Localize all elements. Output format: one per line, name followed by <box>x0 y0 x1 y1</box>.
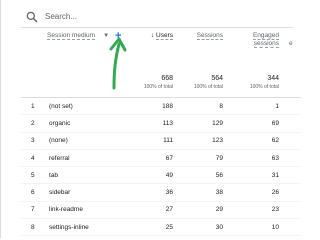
row-engaged-sessions: 63 <box>271 154 279 162</box>
table-row[interactable]: 6 sidebar 36 38 26 <box>21 184 301 202</box>
metric-header-engaged-sessions[interactable]: Engaged sessions <box>231 32 279 48</box>
row-engaged-sessions: 26 <box>271 189 279 197</box>
row-users: 25 <box>165 223 173 231</box>
table-row[interactable]: 3 (none) 111 123 62 <box>21 133 301 150</box>
row-users: 188 <box>162 102 173 110</box>
row-users: 111 <box>163 137 173 145</box>
row-dimension: (none) <box>49 137 68 145</box>
row-sessions: 123 <box>212 137 223 145</box>
row-dimension: sidebar <box>49 189 71 197</box>
metric-header-sessions[interactable]: Sessions <box>181 32 223 40</box>
row-sessions: 56 <box>215 171 223 179</box>
row-dimension: (not set) <box>49 102 73 110</box>
row-sessions: 29 <box>215 206 223 214</box>
row-sessions: 30 <box>215 223 223 231</box>
row-sessions: 38 <box>215 189 223 197</box>
table-header: Session medium ▼ + ↓ Users Sessions Engag… <box>21 28 301 98</box>
row-engaged-sessions: 23 <box>271 206 279 214</box>
report-table-card: Session medium ▼ + ↓Users Sessions Engag… <box>0 0 301 238</box>
total-users-value: 668 <box>161 75 173 82</box>
total-engaged-value: 344 <box>267 75 279 82</box>
row-dimension: referral <box>49 154 70 162</box>
total-users-sub: 100% of total <box>143 84 173 90</box>
total-sessions-value: 564 <box>211 75 223 82</box>
row-users: 27 <box>165 206 173 214</box>
search-input[interactable] <box>45 12 275 21</box>
row-engaged-sessions: 1 <box>275 102 279 110</box>
search-icon <box>26 11 38 22</box>
row-sessions: 79 <box>215 154 223 162</box>
row-sessions: 8 <box>219 102 223 110</box>
row-index: 5 <box>31 171 35 179</box>
metric-header-engaged-line1: Engaged <box>252 32 279 40</box>
row-index: 4 <box>31 154 35 162</box>
row-engaged-sessions: 62 <box>271 137 279 145</box>
sort-descending-arrow-icon: ↓ <box>150 32 155 39</box>
row-index: 7 <box>31 206 35 214</box>
row-sessions: 129 <box>212 119 223 127</box>
metric-header-sessions-label: Sessions <box>196 32 223 40</box>
total-engaged-sub: 100% of total <box>249 84 279 90</box>
metric-header-engaged-line2: sessions <box>253 40 279 48</box>
table-row[interactable]: 7 link-readme 27 29 23 <box>21 202 301 220</box>
table-row[interactable]: 5 tab 49 56 31 <box>21 167 301 185</box>
table-body: 1 (not set) 188 8 1 2 organic 113 129 69… <box>21 98 301 237</box>
total-sessions-sub: 100% of total <box>193 84 223 90</box>
search-bar[interactable] <box>21 6 293 28</box>
row-index: 6 <box>31 189 35 197</box>
dimension-header-label: Session medium <box>47 32 96 40</box>
table-row[interactable]: 4 referral 67 79 63 <box>21 150 301 168</box>
row-users: 67 <box>165 154 173 162</box>
metric-header-truncated[interactable]: e <box>289 40 309 47</box>
row-index: 8 <box>31 223 35 231</box>
table-row[interactable]: 2 organic 113 129 69 <box>21 115 301 133</box>
total-users: 668 100% of total <box>131 75 173 90</box>
row-engaged-sessions: 69 <box>271 119 279 127</box>
row-index: 3 <box>31 137 35 145</box>
row-dimension: settings-inline <box>49 223 89 231</box>
row-index: 2 <box>31 119 35 127</box>
row-engaged-sessions: 31 <box>271 171 279 179</box>
row-users: 49 <box>165 171 173 179</box>
metric-header-users[interactable]: ↓ Users <box>133 32 173 40</box>
row-dimension: organic <box>49 119 71 127</box>
metric-header-truncated-label: e <box>289 40 293 47</box>
row-users: 36 <box>165 189 173 197</box>
table-row[interactable]: 8 settings-inline 25 30 10 <box>21 219 301 237</box>
row-dimension: tab <box>49 171 59 179</box>
row-engaged-sessions: 10 <box>271 223 279 231</box>
total-sessions: 564 100% of total <box>181 75 223 90</box>
row-dimension: link-readme <box>49 206 83 214</box>
row-index: 1 <box>31 102 35 110</box>
row-users: 113 <box>162 119 173 127</box>
metric-header-users-label: Users <box>156 32 173 40</box>
table-row[interactable]: 1 (not set) 188 8 1 <box>21 98 301 116</box>
annotation-arrow-icon <box>109 37 127 90</box>
total-engaged-sessions: 344 100% of total <box>231 75 279 90</box>
